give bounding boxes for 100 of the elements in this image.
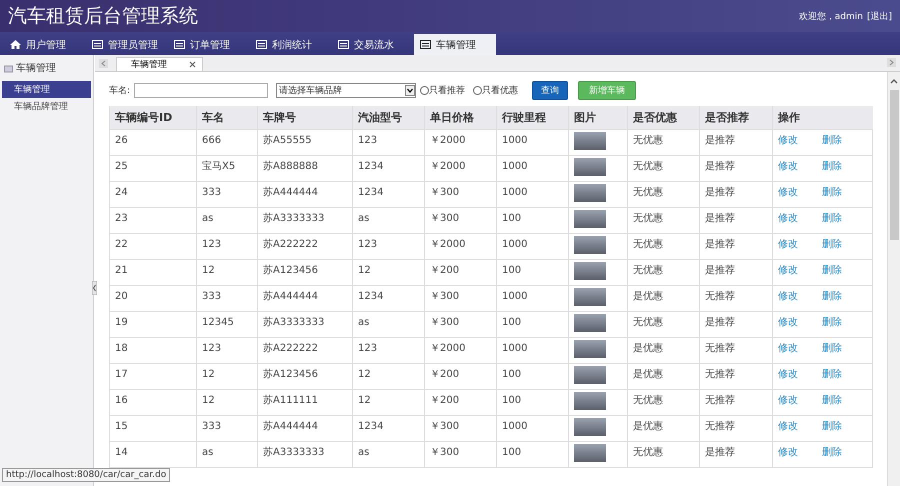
close-icon[interactable] (189, 61, 196, 68)
discount-only-option[interactable]: 只看优惠 (473, 84, 518, 96)
photo-placeholder (574, 288, 606, 306)
table-cell: 是优惠 (628, 338, 700, 364)
delete-link[interactable]: 删除 (822, 161, 842, 172)
table-cell: 666 (196, 130, 258, 156)
table-cell: 苏A444444 (258, 182, 352, 208)
table-cell: 123 (196, 338, 258, 364)
delete-link[interactable]: 删除 (822, 343, 842, 354)
table-cell: 100 (496, 364, 568, 390)
photo-placeholder (574, 418, 606, 436)
column-header: 行驶里程 (496, 106, 568, 130)
delete-link[interactable]: 删除 (822, 213, 842, 224)
delete-link[interactable]: 删除 (822, 421, 842, 432)
scrollbar[interactable] (887, 72, 900, 486)
edit-link[interactable]: 修改 (778, 421, 798, 432)
delete-link[interactable]: 删除 (822, 317, 842, 328)
recommend-only-option[interactable]: 只看推荐 (420, 84, 466, 96)
delete-link[interactable]: 删除 (822, 395, 842, 406)
delete-link[interactable]: 删除 (822, 291, 842, 302)
table-cell: 是优惠 (628, 416, 700, 442)
table-cell: 12 (352, 364, 424, 390)
delete-link[interactable]: 删除 (822, 265, 842, 276)
delete-link[interactable]: 删除 (822, 135, 842, 146)
query-button[interactable]: 查询 (532, 80, 568, 100)
table-cell: 是推荐 (700, 234, 772, 260)
content-tab[interactable]: 车辆管理 (116, 57, 203, 71)
logout-link[interactable]: [退出] (866, 10, 892, 22)
edit-link[interactable]: 修改 (778, 265, 798, 276)
table-cell: ￥2000 (424, 130, 496, 156)
sidebar-title: 车辆管理 (16, 62, 56, 75)
table-cell: 宝马X5 (196, 156, 258, 182)
delete-link[interactable]: 删除 (822, 369, 842, 380)
table-cell: 无推荐 (700, 286, 772, 312)
edit-link[interactable]: 修改 (778, 343, 798, 354)
edit-link[interactable]: 修改 (778, 291, 798, 302)
edit-link[interactable]: 修改 (778, 161, 798, 172)
table-cell: 26 (110, 130, 196, 156)
delete-link[interactable]: 删除 (822, 239, 842, 250)
nav-tab[interactable]: 车辆管理 (414, 34, 496, 55)
table-cell: 是优惠 (628, 286, 700, 312)
sidebar-item[interactable]: 车辆品牌管理 (2, 98, 91, 115)
delete-link[interactable]: 删除 (822, 187, 842, 198)
edit-link[interactable]: 修改 (778, 369, 798, 380)
table-cell: 苏A3333333 (258, 312, 352, 338)
scroll-left-icon[interactable] (99, 58, 108, 68)
nav-tab[interactable]: 订单管理 (168, 34, 250, 55)
name-input[interactable] (134, 82, 268, 98)
brand-select[interactable]: 请选择车辆品牌 (276, 82, 416, 98)
table-cell: 22 (110, 234, 196, 260)
scroll-right-icon[interactable] (887, 58, 896, 67)
table-cell: 是推荐 (700, 208, 772, 234)
table-cell: 333 (196, 416, 258, 442)
window-icon (92, 40, 103, 49)
name-label: 车名: (109, 84, 130, 96)
table-cell: 1234 (352, 156, 424, 182)
edit-link[interactable]: 修改 (778, 213, 798, 224)
column-header: 操作 (772, 106, 872, 130)
table-cell: 18 (110, 338, 196, 364)
table-cell: 无推荐 (700, 364, 772, 390)
photo-placeholder (574, 340, 606, 358)
nav-tab[interactable]: 管理员管理 (86, 34, 168, 55)
table-cell: 333 (196, 286, 258, 312)
edit-link[interactable]: 修改 (778, 135, 798, 146)
nav-tab[interactable]: 交易流水 (332, 34, 414, 55)
table-cell: 1000 (496, 416, 568, 442)
photo-placeholder (574, 184, 606, 202)
table-cell: ￥300 (424, 208, 496, 234)
folder-icon (4, 64, 13, 72)
table-cell: 1000 (496, 338, 568, 364)
edit-link[interactable]: 修改 (778, 447, 798, 458)
photo-placeholder (574, 132, 606, 150)
table-cell: ￥300 (424, 416, 496, 442)
table-cell: 1000 (496, 234, 568, 260)
table-cell: 苏A888888 (258, 156, 352, 182)
table-cell: as (352, 208, 424, 234)
sidebar-item[interactable]: 车辆管理 (2, 81, 91, 98)
table-cell: 23 (110, 208, 196, 234)
table-cell: 苏A111111 (258, 390, 352, 416)
delete-link[interactable]: 删除 (822, 447, 842, 458)
table-cell: 19 (110, 312, 196, 338)
home-icon (10, 40, 21, 49)
add-car-button[interactable]: 新增车辆 (578, 80, 636, 100)
table-cell: 15 (110, 416, 196, 442)
table-cell: 无推荐 (700, 390, 772, 416)
table-cell: 100 (496, 442, 568, 468)
scrollbar-thumb[interactable] (890, 90, 898, 240)
nav-tab[interactable]: 利润统计 (250, 34, 332, 55)
edit-link[interactable]: 修改 (778, 395, 798, 406)
nav-tab[interactable]: 用户管理 (4, 34, 86, 55)
edit-link[interactable]: 修改 (778, 317, 798, 328)
edit-link[interactable]: 修改 (778, 239, 798, 250)
table-cell: 100 (496, 208, 568, 234)
table-cell: 1000 (496, 156, 568, 182)
scroll-up-icon[interactable] (890, 78, 898, 84)
table-cell: 无优惠 (628, 312, 700, 338)
column-header: 是否推荐 (700, 106, 772, 130)
table-cell: ￥300 (424, 182, 496, 208)
collapse-handle-icon[interactable] (92, 281, 97, 295)
edit-link[interactable]: 修改 (778, 187, 798, 198)
